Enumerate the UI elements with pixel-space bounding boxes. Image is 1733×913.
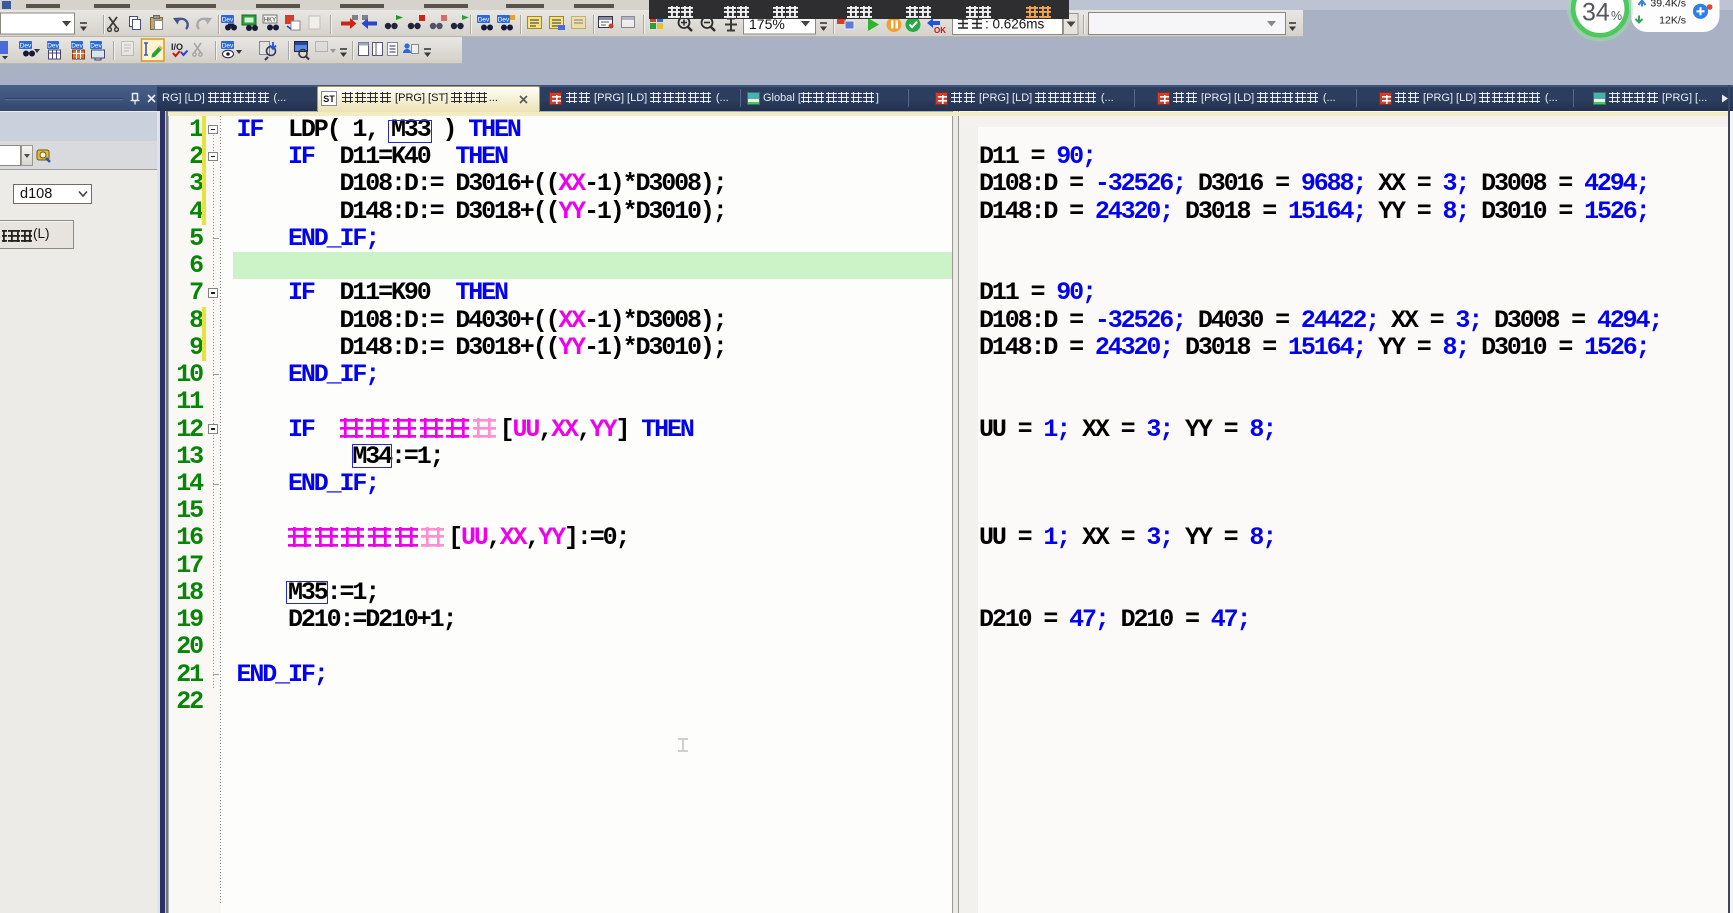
svg-text:OK: OK <box>934 26 946 35</box>
svg-text:34: 34 <box>1582 0 1610 27</box>
svg-text:Dev: Dev <box>222 43 234 50</box>
svg-text:I/O: I/O <box>171 42 183 52</box>
svg-text:Dev: Dev <box>222 17 234 24</box>
svg-text:12K/s: 12K/s <box>1659 15 1686 27</box>
svg-text:Dev: Dev <box>47 43 59 50</box>
svg-text:Dev: Dev <box>478 17 490 24</box>
svg-text:Dev: Dev <box>20 43 32 50</box>
svg-text:Dev: Dev <box>71 43 83 50</box>
svg-text:39.4K/s: 39.4K/s <box>1650 0 1686 10</box>
svg-text:Dev: Dev <box>90 43 102 50</box>
svg-text:%: % <box>1611 9 1622 23</box>
svg-text:HKY: HKY <box>264 18 276 24</box>
svg-text:Dev: Dev <box>498 17 510 24</box>
